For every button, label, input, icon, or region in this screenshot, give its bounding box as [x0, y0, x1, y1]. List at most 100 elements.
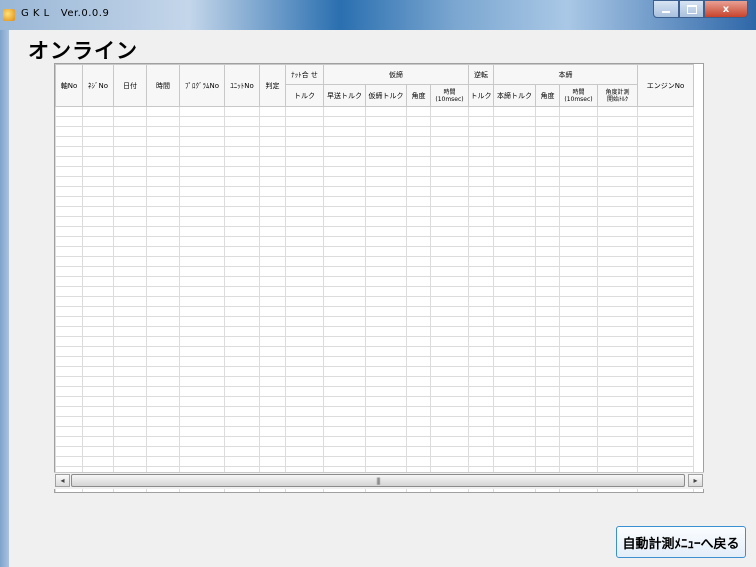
table-cell[interactable] — [113, 236, 147, 247]
table-cell[interactable] — [146, 346, 180, 357]
table-cell[interactable] — [493, 136, 536, 147]
table-cell[interactable] — [493, 416, 536, 427]
table-cell[interactable] — [637, 246, 694, 257]
table-cell[interactable] — [259, 306, 286, 317]
table-cell[interactable] — [259, 166, 286, 177]
table-cell[interactable] — [637, 416, 694, 427]
table-cell[interactable] — [82, 136, 114, 147]
table-cell[interactable] — [430, 356, 469, 367]
table-cell[interactable] — [559, 356, 598, 367]
table-cell[interactable] — [597, 446, 638, 457]
table-cell[interactable] — [597, 116, 638, 127]
col-header-time-10ms-2[interactable]: 時間 (10msec) — [559, 84, 598, 107]
table-cell[interactable] — [224, 326, 260, 337]
table-cell[interactable] — [637, 116, 694, 127]
table-cell[interactable] — [55, 116, 83, 127]
table-cell[interactable] — [535, 146, 560, 157]
table-cell[interactable] — [559, 456, 598, 467]
table-cell[interactable] — [365, 246, 407, 257]
table-cell[interactable] — [406, 256, 431, 267]
table-cell[interactable] — [430, 156, 469, 167]
table-row[interactable] — [55, 366, 694, 377]
table-row[interactable] — [55, 206, 694, 217]
table-cell[interactable] — [323, 106, 366, 117]
table-cell[interactable] — [55, 226, 83, 237]
table-cell[interactable] — [468, 386, 494, 397]
table-cell[interactable] — [323, 366, 366, 377]
table-cell[interactable] — [493, 196, 536, 207]
table-cell[interactable] — [224, 356, 260, 367]
table-cell[interactable] — [406, 126, 431, 137]
table-cell[interactable] — [365, 416, 407, 427]
table-cell[interactable] — [535, 106, 560, 117]
table-cell[interactable] — [82, 416, 114, 427]
table-cell[interactable] — [179, 376, 225, 387]
table-cell[interactable] — [468, 196, 494, 207]
table-cell[interactable] — [597, 246, 638, 257]
table-cell[interactable] — [535, 166, 560, 177]
table-cell[interactable] — [468, 326, 494, 337]
table-cell[interactable] — [430, 116, 469, 127]
table-cell[interactable] — [597, 226, 638, 237]
table-cell[interactable] — [493, 186, 536, 197]
table-cell[interactable] — [323, 306, 366, 317]
table-row[interactable] — [55, 416, 694, 427]
table-cell[interactable] — [82, 356, 114, 367]
table-cell[interactable] — [637, 136, 694, 147]
table-cell[interactable] — [430, 286, 469, 297]
table-cell[interactable] — [637, 226, 694, 237]
table-cell[interactable] — [597, 456, 638, 467]
table-cell[interactable] — [82, 206, 114, 217]
table-cell[interactable] — [637, 266, 694, 277]
table-cell[interactable] — [259, 356, 286, 367]
col-header-angle-1[interactable]: 角度 — [406, 84, 431, 107]
table-cell[interactable] — [597, 416, 638, 427]
table-cell[interactable] — [224, 106, 260, 117]
table-cell[interactable] — [493, 436, 536, 447]
table-cell[interactable] — [406, 276, 431, 287]
table-row[interactable] — [55, 146, 694, 157]
table-cell[interactable] — [179, 456, 225, 467]
table-cell[interactable] — [493, 276, 536, 287]
table-cell[interactable] — [535, 196, 560, 207]
table-cell[interactable] — [55, 126, 83, 137]
table-cell[interactable] — [430, 106, 469, 117]
table-cell[interactable] — [406, 316, 431, 327]
table-cell[interactable] — [468, 186, 494, 197]
table-cell[interactable] — [285, 376, 324, 387]
table-cell[interactable] — [146, 236, 180, 247]
table-cell[interactable] — [406, 236, 431, 247]
table-cell[interactable] — [323, 136, 366, 147]
table-cell[interactable] — [493, 236, 536, 247]
table-cell[interactable] — [82, 146, 114, 157]
table-cell[interactable] — [146, 276, 180, 287]
table-cell[interactable] — [637, 216, 694, 227]
table-cell[interactable] — [597, 166, 638, 177]
table-cell[interactable] — [493, 156, 536, 167]
table-cell[interactable] — [535, 426, 560, 437]
table-cell[interactable] — [637, 396, 694, 407]
table-cell[interactable] — [55, 286, 83, 297]
table-row[interactable] — [55, 436, 694, 447]
table-cell[interactable] — [493, 176, 536, 187]
table-cell[interactable] — [597, 436, 638, 447]
table-cell[interactable] — [146, 286, 180, 297]
table-cell[interactable] — [535, 206, 560, 217]
table-cell[interactable] — [146, 116, 180, 127]
table-cell[interactable] — [82, 336, 114, 347]
table-cell[interactable] — [406, 346, 431, 357]
table-cell[interactable] — [535, 406, 560, 417]
table-cell[interactable] — [365, 346, 407, 357]
table-cell[interactable] — [224, 196, 260, 207]
table-cell[interactable] — [637, 286, 694, 297]
table-row[interactable] — [55, 176, 694, 187]
table-cell[interactable] — [179, 146, 225, 157]
table-cell[interactable] — [493, 396, 536, 407]
table-cell[interactable] — [637, 426, 694, 437]
table-cell[interactable] — [224, 446, 260, 457]
table-cell[interactable] — [468, 416, 494, 427]
table-cell[interactable] — [146, 246, 180, 257]
table-cell[interactable] — [55, 216, 83, 227]
table-cell[interactable] — [365, 276, 407, 287]
table-cell[interactable] — [179, 106, 225, 117]
